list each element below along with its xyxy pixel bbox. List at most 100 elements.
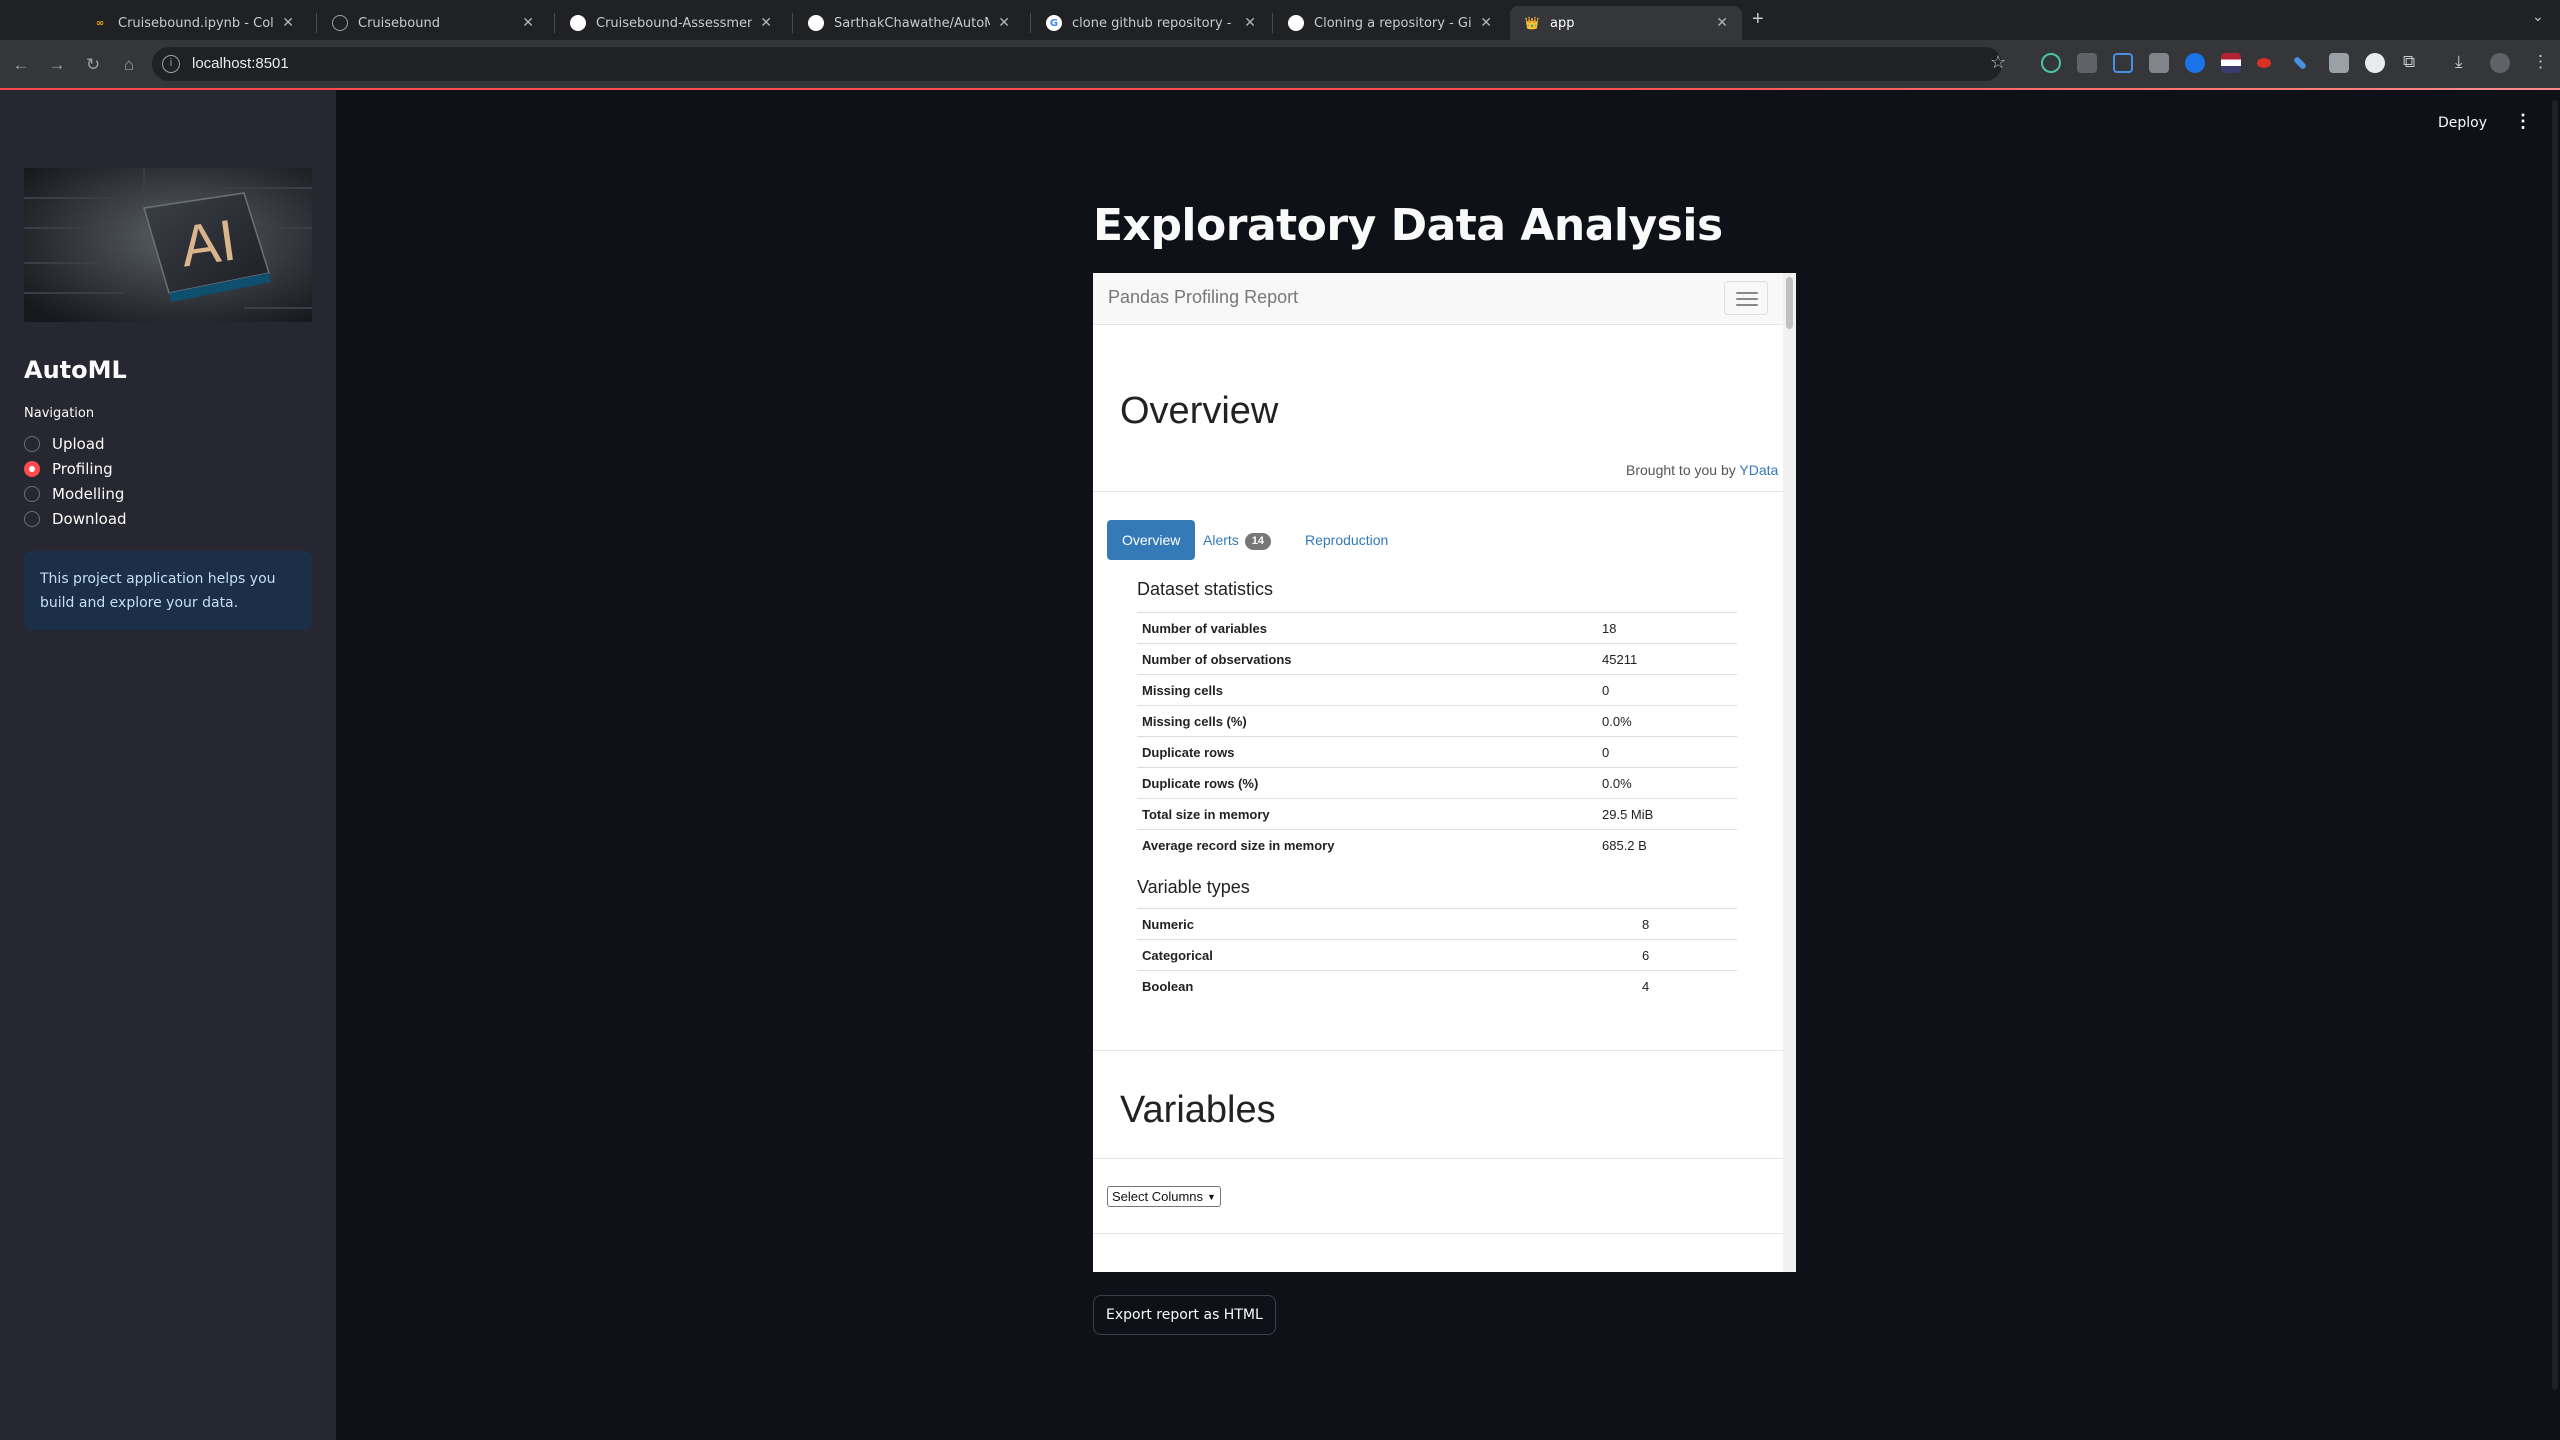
profiling-report-frame: Pandas Profiling Report Overview Brought…: [1093, 273, 1796, 1272]
extension-icon[interactable]: [2329, 53, 2349, 73]
tab-reproduction[interactable]: Reproduction: [1290, 520, 1403, 560]
colab-icon: ∞: [95, 17, 105, 29]
stat-label: Average record size in memory: [1137, 829, 1597, 861]
brought-by-prefix: Brought to you by: [1626, 462, 1736, 478]
address-bar[interactable]: [152, 47, 2002, 81]
select-columns-value: Select Columns: [1112, 1189, 1204, 1204]
extension-icon[interactable]: [2257, 58, 2271, 68]
browser-tab[interactable]: ∞ Cruisebound.ipynb - Colab ✕: [78, 6, 308, 40]
stat-value: 685.2 B: [1597, 829, 1737, 861]
browser-tab[interactable]: Cloning a repository - GitHub ✕: [1274, 6, 1506, 40]
radio-button-selected[interactable]: [24, 461, 40, 477]
stat-value: 0: [1597, 736, 1737, 768]
table-row: Numeric 8: [1137, 908, 1737, 940]
bookmark-star-icon[interactable]: ☆: [1990, 52, 2006, 73]
stat-value: 6: [1637, 939, 1737, 971]
table-row: Total size in memory 29.5 MiB: [1137, 798, 1737, 830]
puzzle-icon[interactable]: ⧉: [2403, 52, 2415, 72]
close-icon[interactable]: ✕: [1716, 15, 1728, 31]
app-top-decoration: [0, 88, 2560, 90]
report-navbar: Pandas Profiling Report: [1093, 273, 1783, 325]
flag-extension-icon[interactable]: [2221, 53, 2241, 73]
close-icon[interactable]: ✕: [282, 15, 294, 31]
browser-tab[interactable]: G clone github repository - Goo ✕: [1032, 6, 1270, 40]
nav-option-modelling[interactable]: Modelling: [24, 485, 124, 503]
nav-option-download[interactable]: Download: [24, 510, 127, 528]
table-row: Number of observations 45211: [1137, 643, 1737, 675]
navigation-label: Navigation: [24, 406, 95, 421]
extension-icon[interactable]: [2185, 53, 2205, 73]
stat-value: 4: [1637, 970, 1737, 1002]
table-row: Missing cells 0: [1137, 674, 1737, 706]
close-icon[interactable]: ✕: [1480, 15, 1492, 31]
stat-label: Number of observations: [1137, 643, 1597, 675]
forward-icon[interactable]: →: [44, 52, 70, 78]
stat-label: Duplicate rows: [1137, 736, 1597, 768]
select-columns-dropdown[interactable]: Select Columns ▼: [1107, 1186, 1221, 1207]
export-html-button[interactable]: Export report as HTML: [1093, 1295, 1276, 1335]
close-icon[interactable]: ✕: [998, 15, 1010, 31]
brought-by-text: Brought to you by YData: [1626, 462, 1778, 478]
table-row: Duplicate rows 0: [1137, 736, 1737, 768]
layers-extension-icon[interactable]: [2113, 53, 2133, 73]
stat-label: Total size in memory: [1137, 798, 1597, 830]
browser-tab[interactable]: Cruisebound-Assessment/Pa ✕: [556, 6, 786, 40]
variable-types-table: Numeric 8 Categorical 6 Boolean 4: [1137, 908, 1737, 1002]
tab-overview[interactable]: Overview: [1107, 520, 1196, 560]
home-icon[interactable]: ⌂: [116, 52, 142, 78]
table-row: Average record size in memory 685.2 B: [1137, 829, 1737, 861]
table-row: Number of variables 18: [1137, 612, 1737, 644]
browser-tab-active[interactable]: 👑 app ✕: [1510, 6, 1742, 40]
grammarly-extension-icon[interactable]: [2041, 53, 2061, 73]
tab-alerts-label: Alerts: [1203, 532, 1239, 548]
browser-tab-label: SarthakChawathe/AutoML: [834, 15, 991, 31]
chevron-down-icon[interactable]: ⌄: [2532, 8, 2544, 25]
kebab-menu-icon[interactable]: ⋮: [2532, 52, 2549, 72]
extension-icon[interactable]: [2077, 53, 2097, 73]
radio-button[interactable]: [24, 511, 40, 527]
browser-tab[interactable]: Cruisebound ✕: [318, 6, 548, 40]
browser-tab-label: Cruisebound: [358, 15, 440, 31]
report-brand[interactable]: Pandas Profiling Report: [1108, 287, 1298, 308]
stat-value: 0.0%: [1597, 705, 1737, 737]
close-icon[interactable]: ✕: [1244, 15, 1256, 31]
report-scrollbar[interactable]: [1783, 273, 1796, 1272]
browser-tab-label: clone github repository - Goo: [1072, 15, 1236, 31]
stat-label: Duplicate rows (%): [1137, 767, 1597, 799]
deploy-button[interactable]: Deploy: [2438, 115, 2487, 131]
nav-option-profiling[interactable]: Profiling: [24, 460, 113, 478]
new-tab-icon[interactable]: +: [1752, 8, 1764, 31]
back-icon[interactable]: ←: [8, 52, 34, 78]
address-url[interactable]: localhost:8501: [192, 55, 289, 72]
ydata-link[interactable]: YData: [1739, 462, 1778, 478]
close-icon[interactable]: ✕: [522, 15, 534, 31]
radio-button[interactable]: [24, 486, 40, 502]
radio-button[interactable]: [24, 436, 40, 452]
page-scrollbar-thumb[interactable]: [2552, 100, 2558, 1390]
browser-tab-label: Cloning a repository - GitHub: [1314, 15, 1472, 31]
dataset-statistics-table: Number of variables 18 Number of observati…: [1137, 612, 1737, 861]
avatar[interactable]: [2490, 53, 2510, 73]
site-info-icon[interactable]: i: [162, 55, 180, 73]
extension-icon[interactable]: [2365, 53, 2385, 73]
stat-value: 45211: [1597, 643, 1737, 675]
hamburger-menu-icon[interactable]: [1724, 281, 1768, 315]
download-icon[interactable]: ⤓: [2455, 52, 2463, 72]
chevron-down-icon: ▼: [1207, 1191, 1216, 1202]
reload-icon[interactable]: ↻: [80, 52, 106, 78]
nav-option-upload[interactable]: Upload: [24, 435, 105, 453]
variables-heading: Variables: [1120, 1089, 1276, 1131]
browser-tab-label: Cruisebound-Assessment/Pa: [596, 15, 753, 31]
overview-heading: Overview: [1120, 390, 1279, 432]
extension-icon[interactable]: [2149, 53, 2169, 73]
info-box: This project application helps you build…: [24, 551, 312, 630]
report-scrollbar-thumb[interactable]: [1786, 277, 1793, 329]
stat-value: 8: [1637, 908, 1737, 940]
tab-alerts[interactable]: Alerts 14: [1188, 520, 1286, 560]
browser-tab[interactable]: SarthakChawathe/AutoML ✕: [794, 6, 1024, 40]
more-vertical-icon[interactable]: ⋮: [2514, 111, 2532, 132]
table-row: Boolean 4: [1137, 970, 1737, 1002]
browser-tab-bar: ∞ Cruisebound.ipynb - Colab ✕ Cruiseboun…: [0, 0, 2560, 40]
close-icon[interactable]: ✕: [760, 15, 772, 31]
table-row: Duplicate rows (%) 0.0%: [1137, 767, 1737, 799]
